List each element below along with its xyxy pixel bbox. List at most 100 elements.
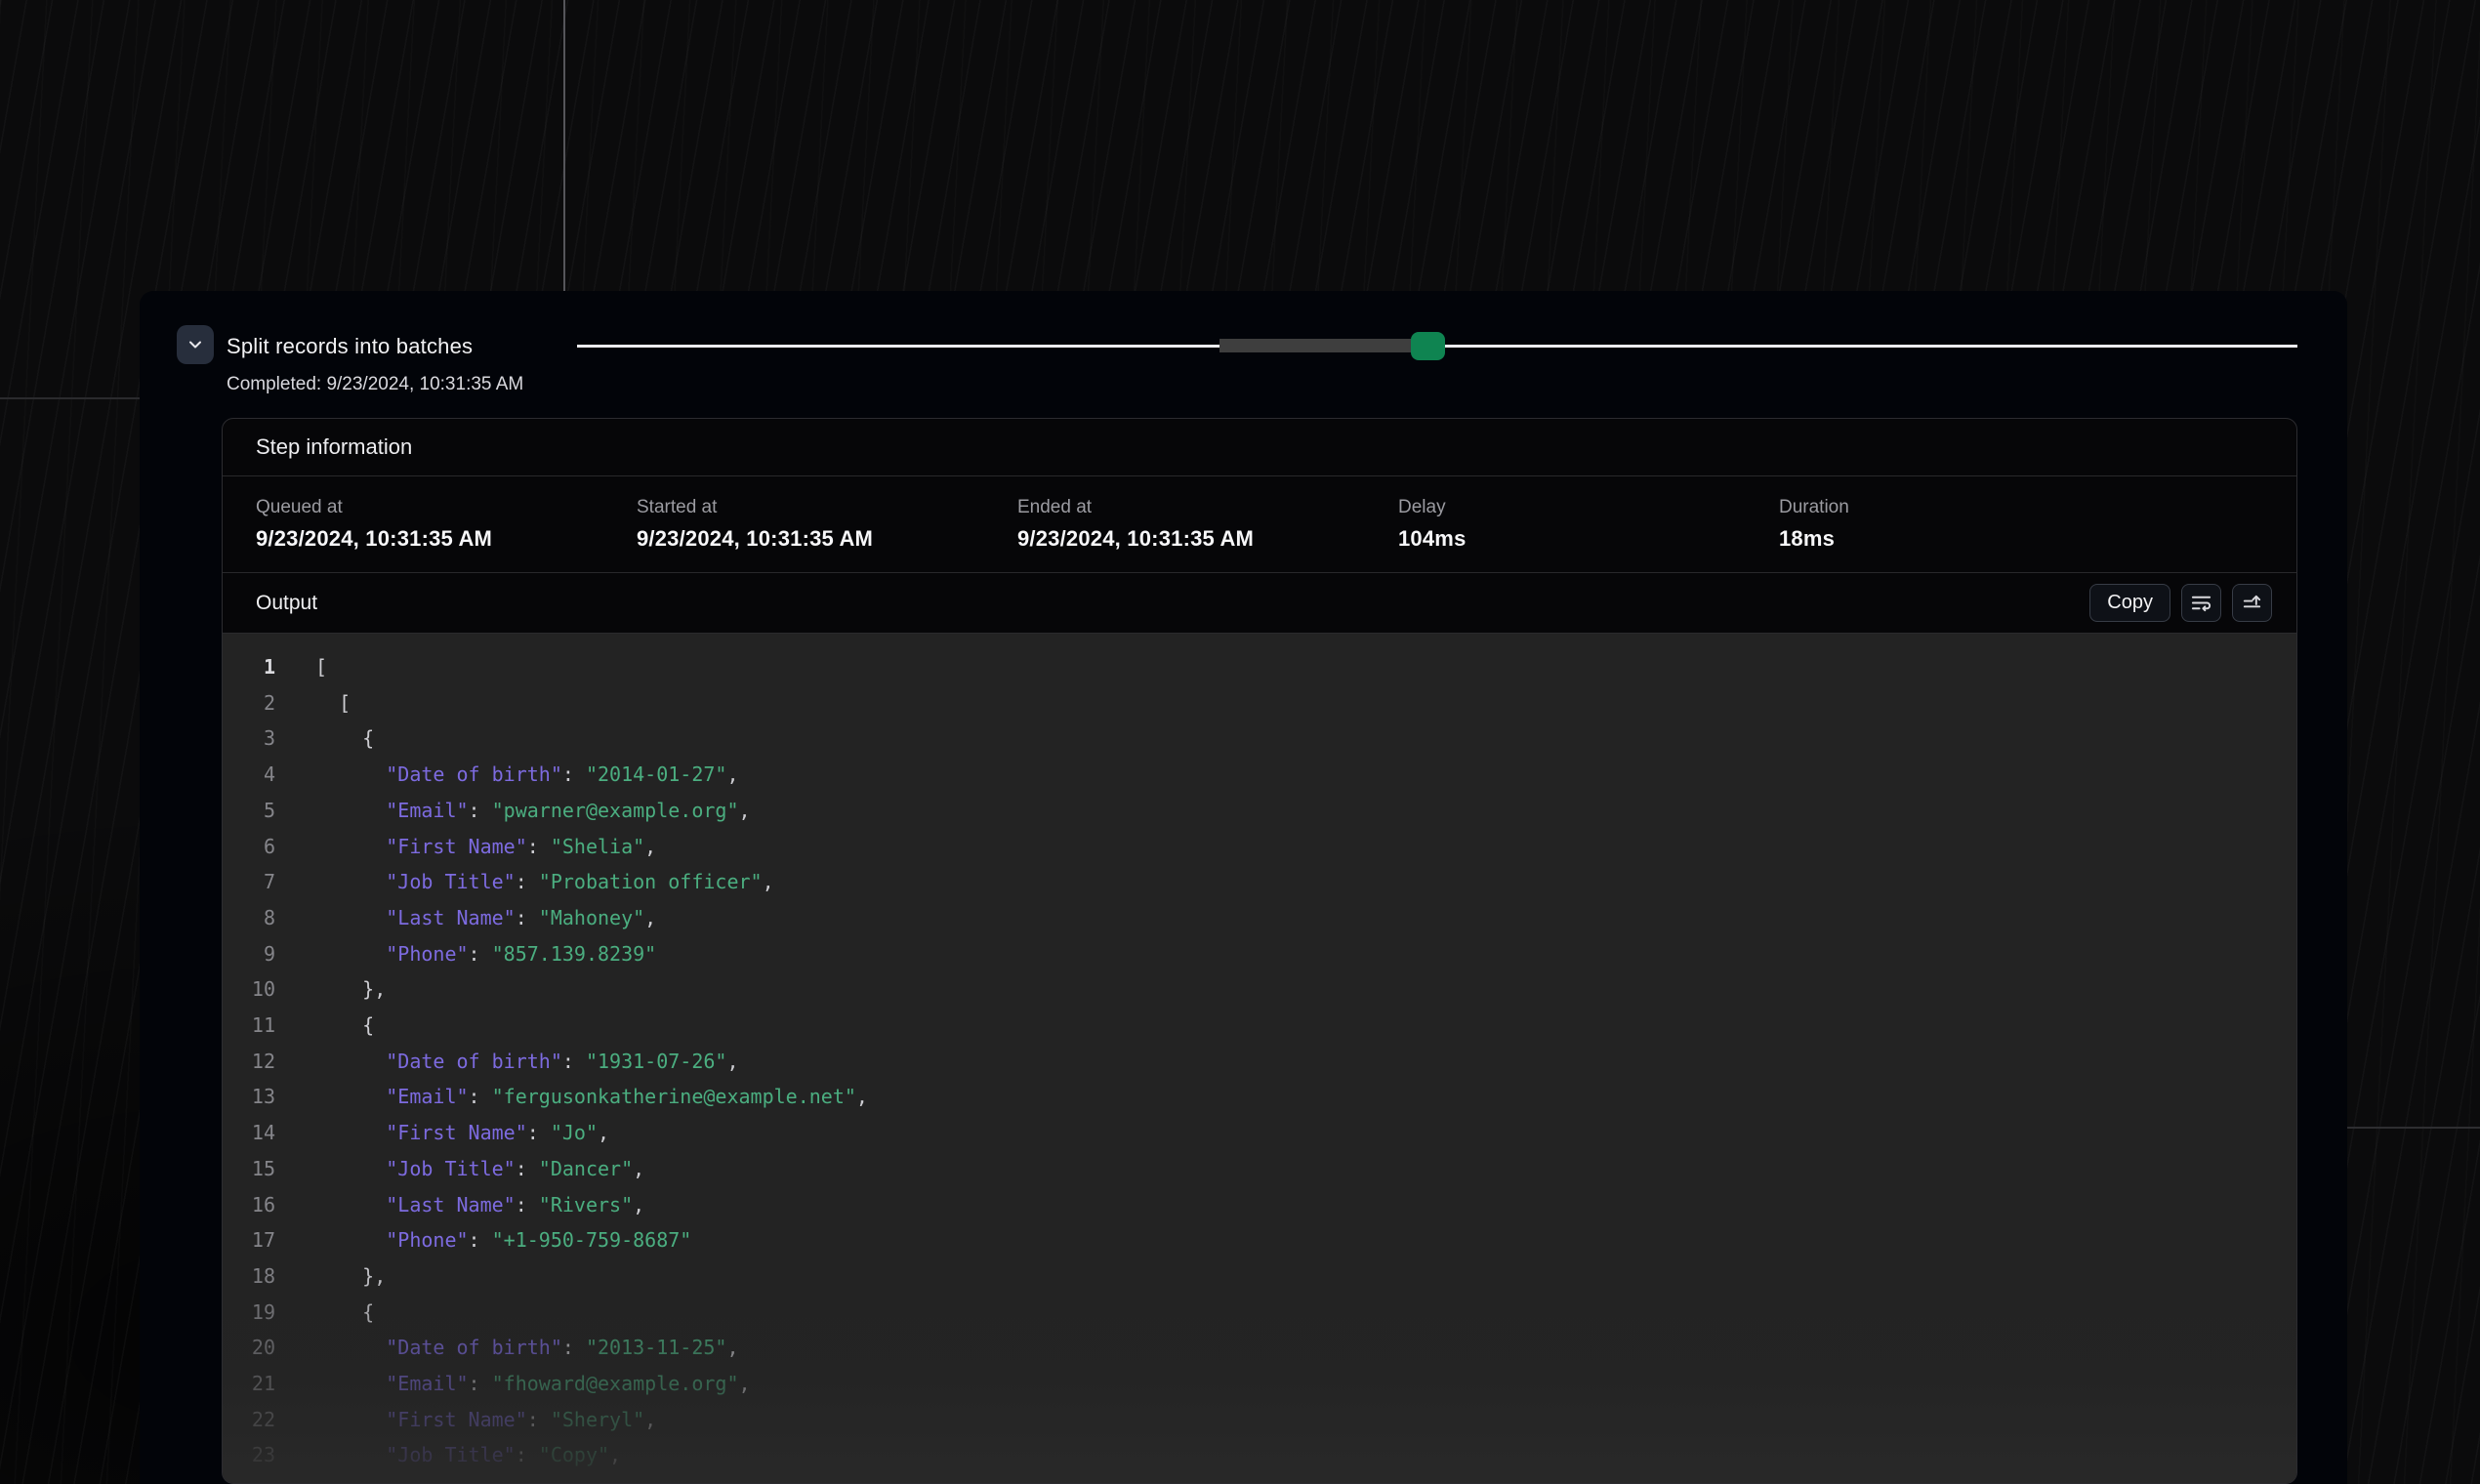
step-status: Completed: 9/23/2024, 10:31:35 AM [227,374,523,395]
code-line-content: "First Name": "Jo", [275,1115,609,1151]
code-line: 17 "Phone": "+1-950-759-8687" [223,1222,2296,1258]
chevron-down-icon [186,335,205,354]
code-line-content: "Job Title": "Probation officer", [275,864,774,900]
code-line-content: "Date of birth": "2013-11-25", [275,1330,739,1366]
line-number: 19 [223,1295,275,1331]
line-number: 15 [223,1151,275,1187]
code-line: 22 "First Name": "Sheryl", [223,1402,2296,1438]
output-title: Output [256,592,317,615]
timeline-range [1219,339,1411,352]
background-vertical-line [563,0,565,291]
metadata-value: 9/23/2024, 10:31:35 AM [637,526,1017,552]
code-line: 19 { [223,1295,2296,1331]
code-line: 9 "Phone": "857.139.8239" [223,936,2296,972]
timeline-thumb[interactable] [1411,332,1445,360]
output-actions: Copy [2089,584,2272,622]
line-number: 8 [223,900,275,936]
code-block: 1[2 [3 {4 "Date of birth": "2014-01-27",… [223,649,2296,1473]
line-number: 17 [223,1222,275,1258]
code-line: 21 "Email": "fhoward@example.org", [223,1366,2296,1402]
code-line: 15 "Job Title": "Dancer", [223,1151,2296,1187]
code-line-content: "Date of birth": "2014-01-27", [275,757,739,793]
line-number: 2 [223,685,275,721]
line-number: 11 [223,1008,275,1044]
step-information-card: Step information Queued at9/23/2024, 10:… [222,418,2297,1484]
code-line-content: "Last Name": "Mahoney", [275,900,656,936]
metadata-value: 18ms [1779,526,2160,552]
line-number: 16 [223,1187,275,1223]
code-line-content: "First Name": "Sheryl", [275,1402,656,1438]
output-code-viewer[interactable]: 1[2 [3 {4 "Date of birth": "2014-01-27",… [223,634,2296,1483]
line-number: 22 [223,1402,275,1438]
line-number: 5 [223,793,275,829]
code-line-content: "Email": "fhoward@example.org", [275,1366,751,1402]
step-information-header: Step information [223,419,2296,476]
line-number: 14 [223,1115,275,1151]
code-line-content: "Email": "pwarner@example.org", [275,793,751,829]
code-line-content: "Email": "fergusonkatherine@example.net"… [275,1079,868,1115]
metadata-field: Ended at 9/23/2024, 10:31:35 AM [1017,497,1398,552]
metadata-value: 9/23/2024, 10:31:35 AM [256,526,637,552]
code-line: 16 "Last Name": "Rivers", [223,1187,2296,1223]
step-metadata-row: Queued at9/23/2024, 10:31:35 AMStarted a… [223,476,2296,573]
metadata-field: Duration 18ms [1779,497,2160,552]
code-line-content: [ [275,649,327,685]
line-number: 18 [223,1258,275,1295]
line-number: 12 [223,1044,275,1080]
code-line: 12 "Date of birth": "1931-07-26", [223,1044,2296,1080]
line-number: 4 [223,757,275,793]
metadata-label: Queued at [256,497,637,518]
metadata-label: Delay [1398,497,1779,518]
code-line-content: "Job Title": "Copy", [275,1437,621,1473]
metadata-label: Duration [1779,497,2160,518]
code-line: 7 "Job Title": "Probation officer", [223,864,2296,900]
code-line: 2 [ [223,685,2296,721]
metadata-label: Started at [637,497,1017,518]
line-number: 1 [223,649,275,685]
metadata-field: Queued at 9/23/2024, 10:31:35 AM [256,497,637,552]
code-line: 1[ [223,649,2296,685]
code-line: 4 "Date of birth": "2014-01-27", [223,757,2296,793]
metadata-value: 9/23/2024, 10:31:35 AM [1017,526,1398,552]
code-line: 11 { [223,1008,2296,1044]
scroll-to-top-button[interactable] [2232,584,2272,622]
line-number: 21 [223,1366,275,1402]
metadata-field: Delay 104ms [1398,497,1779,552]
line-number: 9 [223,936,275,972]
code-line: 3 { [223,721,2296,757]
wrap-text-icon [2190,592,2212,614]
line-number: 10 [223,971,275,1008]
code-line: 23 "Job Title": "Copy", [223,1437,2296,1473]
metadata-value: 104ms [1398,526,1779,552]
line-number: 13 [223,1079,275,1115]
copy-button-label: Copy [2107,592,2153,614]
line-number: 23 [223,1437,275,1473]
metadata-label: Ended at [1017,497,1398,518]
output-header-row: Output Copy [223,573,2296,634]
code-line-content: { [275,721,374,757]
code-line-content: "Date of birth": "1931-07-26", [275,1044,739,1080]
background-horizontal-line-left [0,397,140,399]
background-horizontal-line-right [2347,1127,2480,1129]
code-line: 6 "First Name": "Shelia", [223,829,2296,865]
code-line-content: "Job Title": "Dancer", [275,1151,644,1187]
code-line: 8 "Last Name": "Mahoney", [223,900,2296,936]
step-information-title: Step information [256,434,412,460]
step-detail-panel: Split records into batches Completed: 9/… [140,291,2347,1484]
wrap-text-button[interactable] [2181,584,2221,622]
code-line: 14 "First Name": "Jo", [223,1115,2296,1151]
code-line-content: "Phone": "857.139.8239" [275,936,656,972]
line-number: 6 [223,829,275,865]
scroll-to-top-icon [2241,592,2263,614]
code-line-content: { [275,1008,374,1044]
code-line: 10 }, [223,971,2296,1008]
code-line-content: [ [275,685,351,721]
copy-button[interactable]: Copy [2089,584,2170,622]
step-title: Split records into batches [227,334,473,359]
collapse-step-button[interactable] [177,325,214,364]
code-line-content: }, [275,1258,386,1295]
code-line: 20 "Date of birth": "2013-11-25", [223,1330,2296,1366]
step-timeline [577,330,2297,363]
code-line-content: }, [275,971,386,1008]
code-line-content: "Last Name": "Rivers", [275,1187,644,1223]
